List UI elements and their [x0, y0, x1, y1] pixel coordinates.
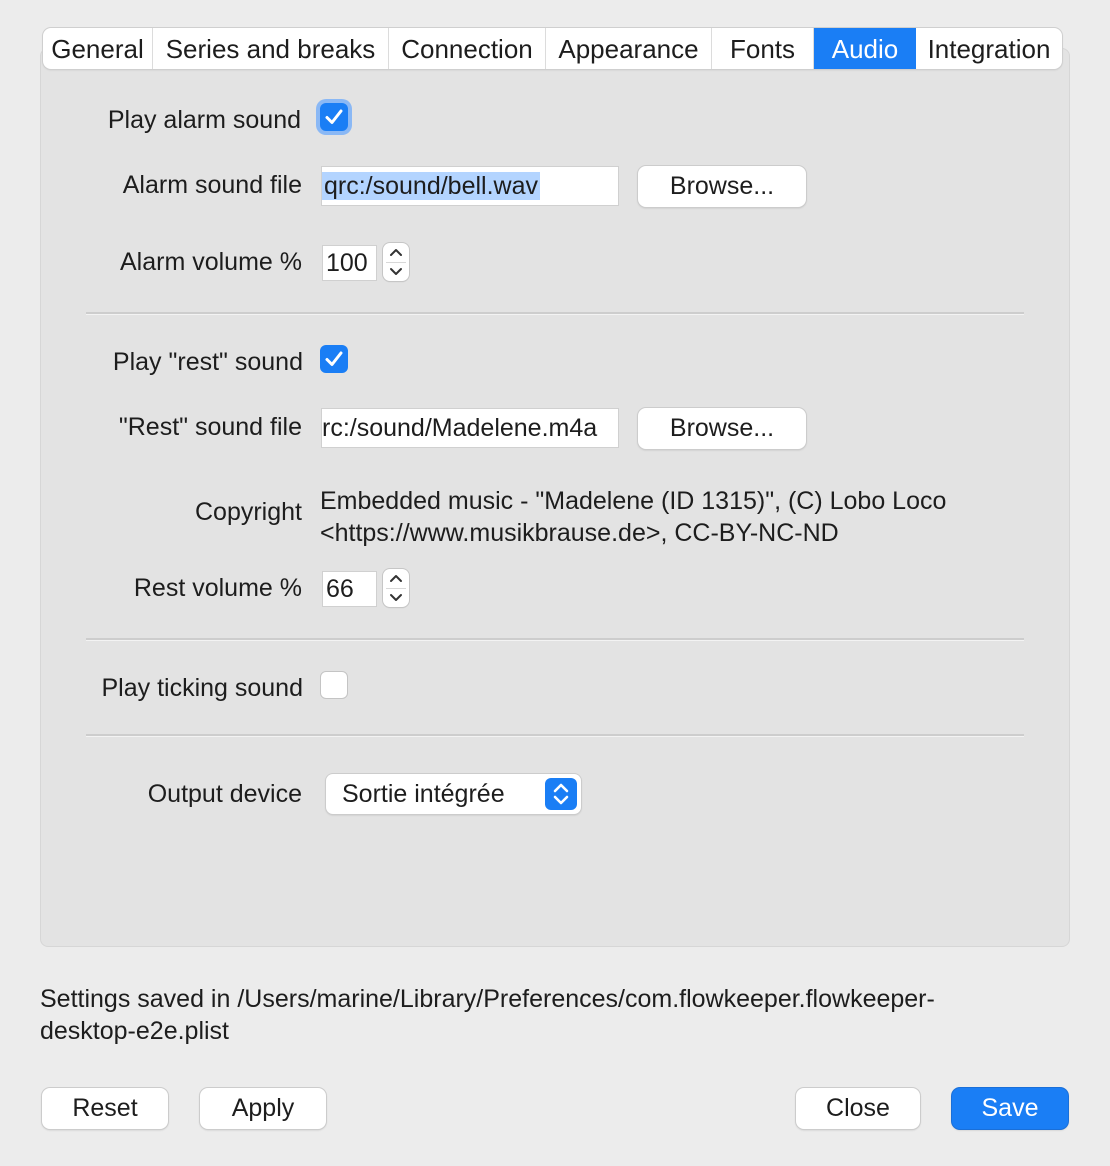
- section-divider: [86, 312, 1024, 315]
- rest-sound-file-input[interactable]: rc:/sound/Madelene.m4a: [321, 408, 619, 448]
- settings-path-line-2: desktop-e2e.plist: [40, 1017, 230, 1045]
- updown-chevron-icon: [545, 778, 577, 810]
- tab-audio[interactable]: Audio: [814, 28, 916, 69]
- settings-tab-bar: General Series and breaks Connection App…: [43, 28, 1062, 69]
- chevron-up-icon: [390, 575, 402, 582]
- tab-general[interactable]: General: [43, 28, 153, 69]
- tab-appearance[interactable]: Appearance: [546, 28, 712, 69]
- chevron-up-icon: [390, 249, 402, 256]
- output-device-label: Output device: [147, 780, 302, 808]
- tab-connection[interactable]: Connection: [389, 28, 546, 69]
- checkmark-icon: [325, 109, 343, 124]
- alarm-sound-file-label: Alarm sound file: [122, 171, 302, 199]
- rest-browse-button[interactable]: Browse...: [638, 408, 806, 449]
- tab-integration[interactable]: Integration: [916, 28, 1062, 69]
- close-button[interactable]: Close: [796, 1088, 920, 1129]
- alarm-volume-label: Alarm volume %: [120, 248, 302, 276]
- copyright-label: Copyright: [195, 498, 302, 526]
- rest-volume-input[interactable]: 66: [322, 571, 377, 607]
- play-ticking-sound-checkbox[interactable]: [320, 671, 348, 699]
- play-alarm-sound-label: Play alarm sound: [107, 106, 301, 134]
- rest-volume-stepper[interactable]: [383, 569, 409, 607]
- reset-button[interactable]: Reset: [42, 1088, 168, 1129]
- checkmark-icon: [325, 351, 343, 366]
- apply-button[interactable]: Apply: [200, 1088, 326, 1129]
- alarm-sound-file-input[interactable]: qrc:/sound/bell.wav: [321, 166, 619, 206]
- play-rest-sound-checkbox[interactable]: [320, 345, 348, 373]
- play-rest-sound-label: Play "rest" sound: [112, 348, 303, 376]
- settings-path-line-1: Settings saved in /Users/marine/Library/…: [40, 985, 935, 1013]
- save-button[interactable]: Save: [952, 1088, 1068, 1129]
- chevron-down-icon: [390, 268, 402, 275]
- rest-volume-label: Rest volume %: [133, 574, 302, 602]
- play-alarm-sound-checkbox[interactable]: [320, 103, 348, 131]
- chevron-down-icon: [390, 594, 402, 601]
- tab-series-and-breaks[interactable]: Series and breaks: [153, 28, 389, 69]
- section-divider: [86, 638, 1024, 641]
- rest-sound-file-label: "Rest" sound file: [118, 413, 302, 441]
- section-divider: [86, 734, 1024, 737]
- copyright-line-1: Embedded music - "Madelene (ID 1315)", (…: [320, 487, 947, 515]
- alarm-volume-stepper[interactable]: [383, 243, 409, 281]
- output-device-select[interactable]: Sortie intégrée: [326, 774, 581, 814]
- alarm-browse-button[interactable]: Browse...: [638, 166, 806, 207]
- alarm-sound-file-value: qrc:/sound/bell.wav: [322, 172, 541, 200]
- tab-fonts[interactable]: Fonts: [712, 28, 814, 69]
- alarm-volume-input[interactable]: 100: [322, 245, 377, 281]
- copyright-line-2: <https://www.musikbrause.de>, CC-BY-NC-N…: [320, 519, 839, 547]
- rest-sound-file-value: rc:/sound/Madelene.m4a: [322, 414, 598, 442]
- play-ticking-sound-label: Play ticking sound: [101, 674, 303, 702]
- output-device-value: Sortie intégrée: [342, 780, 505, 808]
